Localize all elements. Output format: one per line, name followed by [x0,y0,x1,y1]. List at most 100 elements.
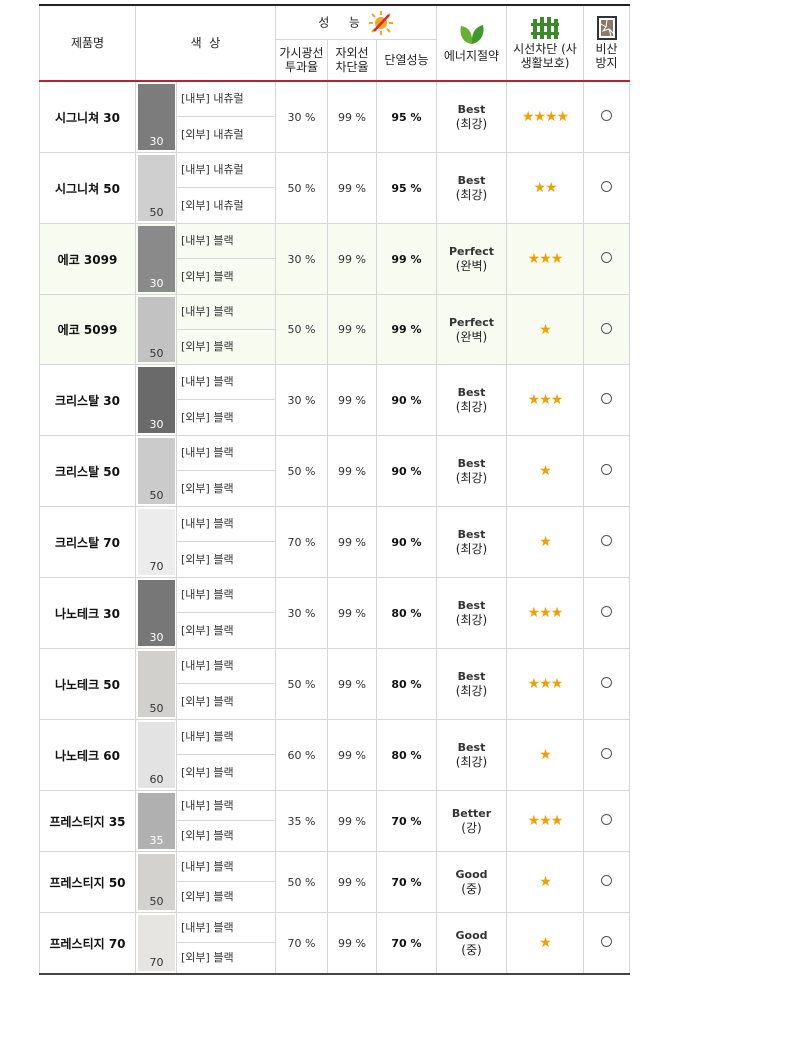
outer-face: [외부] 블랙 [181,411,234,424]
energy-grade: Better [451,807,492,820]
uv-block-cell: 99 % [327,577,377,649]
inner-face: [내부] 내츄럴 [177,153,275,188]
visible-transmission-cell: 50 % [275,152,328,224]
shatter-cell: ○ [583,912,630,975]
film-face-cell: [내부] 블랙 [외부] 블랙 [176,577,276,649]
energy-grade: Perfect [449,315,494,329]
shatter-cell: ○ [583,80,630,153]
star-rating: ★★ [533,180,557,196]
energy-grade-cell: Perfect (완벽) [436,294,507,365]
privacy-rating-cell: ★ [506,912,584,975]
insulation-cell: 90 % [376,435,437,507]
star-rating: ★★★★ [521,109,569,125]
privacy-rating-cell: ★★★ [506,577,584,649]
outer-face: [외부] 블랙 [181,340,234,353]
header-uv: 자외선 차단율 [327,39,377,82]
uv-block: 99 % [338,393,366,407]
shatter-cell: ○ [583,294,630,365]
energy-grade-korean: (중) [461,882,482,896]
visible-transmission: 30 % [287,393,316,407]
energy-grade-cell: Good (중) [436,851,507,913]
color-swatch-cell: 30 [135,223,177,295]
star-rating: ★ [539,747,552,763]
header-visible: 가시광선 투과율 [275,39,328,82]
color-swatch: 60 [138,722,175,788]
circle-mark-icon [601,252,612,263]
insulation-cell: 70 % [376,851,437,913]
privacy-rating-cell: ★★★ [506,648,584,720]
color-swatch-cell: 50 [135,851,177,913]
color-swatch: 50 [138,155,175,221]
uv-block: 99 % [338,323,366,336]
shatter-cell: ○ [583,648,630,720]
energy-grade-korean: (최강) [455,542,488,556]
uv-block-cell: 99 % [327,506,377,578]
uv-block: 99 % [338,814,366,828]
visible-transmission-cell: 60 % [275,719,328,791]
product-name: 크리스탈 30 [54,393,121,408]
star-rating: ★★★ [527,605,564,621]
sun-icon [368,10,393,35]
uv-block: 99 % [338,677,366,691]
film-face-cell: [내부] 블랙 [외부] 블랙 [176,648,276,720]
insulation-cell: 80 % [376,719,437,791]
shatter-cell: ○ [583,364,630,436]
product-name-cell: 프레스티지 50 [39,851,136,913]
product-name: 프레스티지 50 [49,875,126,890]
shatter-cell: ○ [583,506,630,578]
shatter-cell: ○ [583,851,630,913]
swatch-shade: 30 [149,418,164,431]
uv-block-cell: 99 % [327,294,377,365]
product-name-cell: 시그니쳐 50 [39,152,136,224]
swatch-shade: 30 [149,135,164,148]
film-spec-table: 제품명 색 상 성 능 에너지절약 시선차단 (사생활보호) 비산 방지 가시광… [39,4,630,975]
swatch-shade: 60 [149,773,164,786]
inner-face: [내부] 블랙 [177,295,275,330]
outer-face: [외부] 블랙 [181,553,234,566]
swatch-shade: 50 [149,347,164,360]
insulation: 70 % [391,814,422,828]
energy-grade: Perfect [449,245,494,258]
visible-transmission-cell: 70 % [275,912,328,975]
insulation-cell: 80 % [376,648,437,720]
star-rating: ★ [539,534,552,550]
color-swatch-cell: 50 [135,294,177,365]
circle-mark-icon [601,875,612,886]
visible-transmission-cell: 30 % [275,577,328,649]
star-rating: ★ [539,935,552,951]
uv-block-cell: 99 % [327,790,377,852]
shatter-cell: ○ [583,435,630,507]
privacy-rating-cell: ★ [506,435,584,507]
header-privacy: 시선차단 (사생활보호) [506,4,584,82]
header-shatter: 비산 방지 [583,4,630,82]
table-row: 나노테크 60 60 [내부] 블랙 [외부] 블랙 60 % 99 % 80 % Best(… [39,719,630,791]
energy-grade: Best [457,741,486,754]
inner-face: [내부] 블랙 [177,507,275,542]
circle-mark-icon [601,814,612,825]
uv-block: 99 % [338,110,366,124]
energy-grade-korean: (중) [461,943,482,957]
shatter-cell: ○ [583,790,630,852]
star-rating: ★ [539,321,552,338]
circle-mark-icon [601,677,612,688]
film-face-cell: [내부] 내츄럴 [외부] 내츄럴 [176,80,276,153]
table-row: 에코 5099 50 [내부] 블랙 [외부] 블랙 50 % 99 % 99 % Perfe… [39,294,630,365]
insulation-cell: 70 % [376,912,437,975]
fence-icon [531,17,559,39]
outer-face: [외부] 블랙 [181,951,234,964]
insulation: 95 % [391,181,422,195]
energy-grade-korean: (최강) [455,684,488,698]
uv-block: 99 % [338,875,366,889]
table-row: 크리스탈 50 50 [내부] 블랙 [외부] 블랙 50 % 99 % 90 % Best(… [39,435,630,507]
privacy-rating-cell: ★★★★ [506,80,584,153]
swatch-shade: 35 [149,834,164,847]
visible-transmission-cell: 70 % [275,506,328,578]
product-name: 에코 3099 [57,252,118,267]
uv-block: 99 % [338,748,366,762]
shatter-cell: ○ [583,223,630,295]
table-row: 프레스티지 70 70 [내부] 블랙 [외부] 블랙 70 % 99 % 70 % Good… [39,912,630,975]
inner-face: [내부] 블랙 [177,852,275,882]
product-name-cell: 에코 3099 [39,223,136,295]
product-name-cell: 나노테크 60 [39,719,136,791]
energy-grade: Best [457,386,486,399]
